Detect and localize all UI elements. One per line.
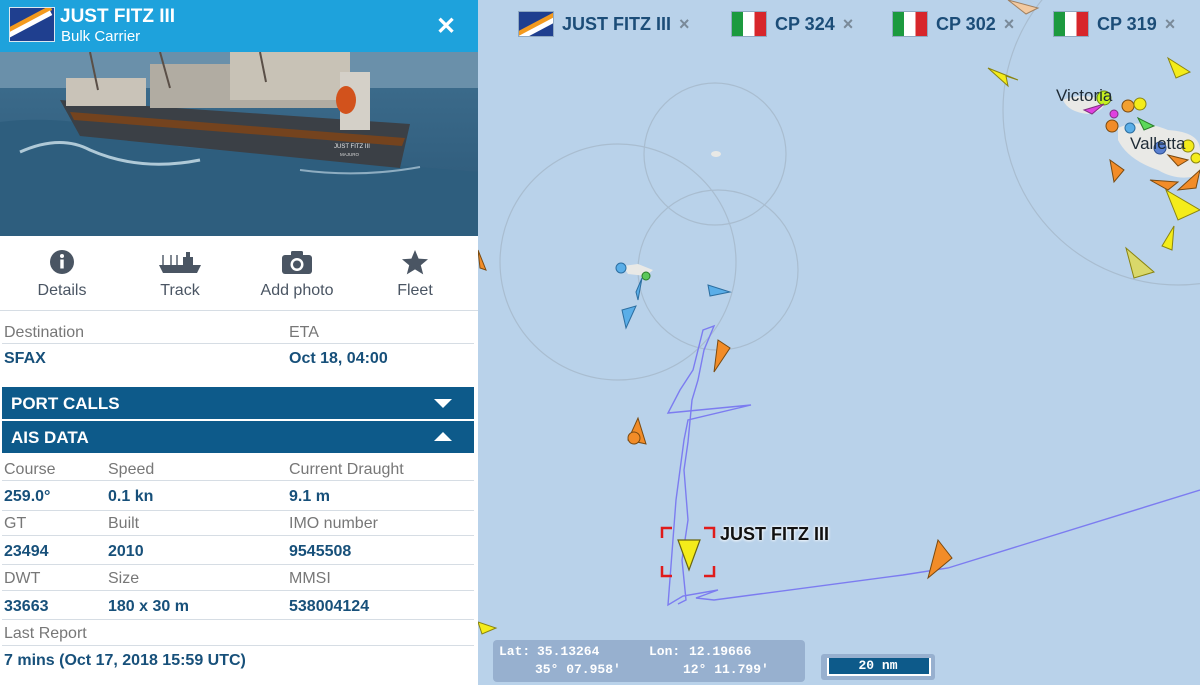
island-linosa [711, 151, 721, 157]
camera-icon [282, 251, 312, 274]
divider [2, 590, 474, 591]
panel-header: JUST FITZ III Bulk Carrier ✕ [0, 0, 478, 52]
close-tab-icon[interactable]: × [1004, 14, 1015, 35]
dwt-value: 33663 [4, 598, 49, 615]
mmsi-label: MMSI [289, 570, 331, 587]
divider [0, 310, 478, 311]
gt-value: 23494 [4, 543, 49, 560]
divider [2, 645, 474, 646]
scale-label: 20 nm [858, 658, 898, 673]
gt-label: GT [4, 515, 27, 532]
speed-value: 0.1 kn [108, 488, 154, 505]
lat-dms: 35° 07.958′ [535, 662, 621, 677]
coordinates-readout: Lat: 35.13264 35° 07.958′ Lon: 12.19666 … [493, 640, 805, 682]
port-calls-section-toggle[interactable]: PORT CALLS [2, 387, 474, 419]
vessel-type: Bulk Carrier [61, 28, 141, 45]
mmsi-value: 538004124 [289, 598, 370, 615]
vessel-tabs: JUST FITZ III × CP 324 × CP 302 × CP 319… [478, 0, 1200, 48]
vessel-info-panel: JUST FITZ III Bulk Carrier ✕ JUST FITZ I… [0, 0, 478, 685]
italy-flag-icon [892, 11, 928, 37]
tab-label: CP 302 [936, 13, 996, 34]
draught-value: 9.1 m [289, 488, 330, 505]
place-label-victoria: Victoria [1056, 86, 1113, 105]
chevron-up-icon [434, 432, 452, 441]
destination-label: Destination [4, 324, 85, 341]
size-value: 180 x 30 m [108, 598, 189, 615]
imo-label: IMO number [289, 515, 378, 532]
tab-label: CP 324 [775, 13, 835, 34]
action-bar: Details Track Add photo Fleet [0, 246, 478, 310]
add-photo-button[interactable]: Add photo [238, 246, 356, 300]
built-value: 2010 [108, 543, 144, 560]
divider [2, 535, 474, 536]
add-photo-label: Add photo [260, 282, 334, 299]
tab-just-fitz-iii[interactable]: JUST FITZ III × [518, 10, 690, 38]
selected-vessel-marker[interactable] [660, 526, 716, 578]
ais-data-section-toggle[interactable]: AIS DATA [2, 421, 474, 453]
divider [2, 510, 474, 511]
scale-bar: 20 nm [821, 654, 935, 680]
info-icon [50, 250, 74, 274]
italy-flag-icon [1053, 11, 1089, 37]
lon-label: Lon: [649, 644, 681, 659]
speed-label: Speed [108, 461, 155, 478]
tab-label: CP 319 [1097, 13, 1157, 34]
track-label: Track [160, 282, 200, 299]
marshall-islands-flag-icon [518, 11, 554, 37]
tab-cp-319[interactable]: CP 319 × [1053, 10, 1175, 38]
built-label: Built [108, 515, 140, 532]
photo-hull-name: JUST FITZ III [334, 144, 370, 150]
divider [2, 619, 474, 620]
ais-data-title: AIS DATA [11, 428, 89, 447]
lon-value: 12.19666 [689, 644, 752, 659]
divider [2, 480, 474, 481]
eta-value: Oct 18, 04:00 [289, 350, 388, 367]
ship-icon [159, 252, 201, 273]
chevron-down-icon [434, 399, 452, 408]
course-value: 259.0° [4, 488, 51, 505]
eta-label: ETA [289, 324, 319, 341]
details-label: Details [37, 282, 87, 299]
selected-vessel-label: JUST FITZ III [720, 524, 830, 544]
destination-value[interactable]: SFAX [4, 350, 46, 368]
place-label-valletta: Valletta [1130, 134, 1186, 153]
divider [2, 564, 474, 565]
vessel-photo[interactable]: JUST FITZ III MAJURO [0, 52, 478, 236]
divider [2, 343, 474, 344]
imo-value: 9545508 [289, 543, 352, 560]
dwt-label: DWT [4, 570, 41, 587]
vessel-photo-image: JUST FITZ III MAJURO [0, 52, 478, 236]
close-tab-icon[interactable]: × [843, 14, 854, 35]
port-calls-title: PORT CALLS [11, 394, 120, 413]
details-button[interactable]: Details [3, 246, 121, 300]
close-panel-button[interactable]: ✕ [436, 12, 456, 41]
territorial-boundary [499, 0, 1200, 381]
close-tab-icon[interactable]: × [679, 14, 690, 35]
lat-label: Lat: [499, 644, 531, 659]
italy-flag-icon [731, 11, 767, 37]
draught-label: Current Draught [289, 461, 404, 478]
lat-value: 35.13264 [537, 644, 600, 659]
size-label: Size [108, 570, 140, 587]
last-report-label: Last Report [4, 625, 87, 642]
star-icon [402, 250, 428, 275]
photo-port-name: MAJURO [340, 152, 359, 157]
track-button[interactable]: Track [121, 246, 239, 300]
tab-label: JUST FITZ III [562, 13, 672, 34]
tab-cp-324[interactable]: CP 324 × [731, 10, 853, 38]
close-tab-icon[interactable]: × [1165, 14, 1176, 35]
fleet-label: Fleet [397, 282, 433, 299]
tab-cp-302[interactable]: CP 302 × [892, 10, 1014, 38]
last-report-value: 7 mins (Oct 17, 2018 15:59 UTC) [4, 652, 246, 669]
fleet-button[interactable]: Fleet [356, 246, 474, 300]
lon-dms: 12° 11.799′ [683, 662, 769, 677]
map-view[interactable]: Victoria Valletta JUST FITZ III JUST FIT… [478, 0, 1200, 685]
vessel-name: JUST FITZ III [60, 6, 176, 27]
course-label: Course [4, 461, 56, 478]
marshall-islands-flag-icon [9, 7, 55, 42]
